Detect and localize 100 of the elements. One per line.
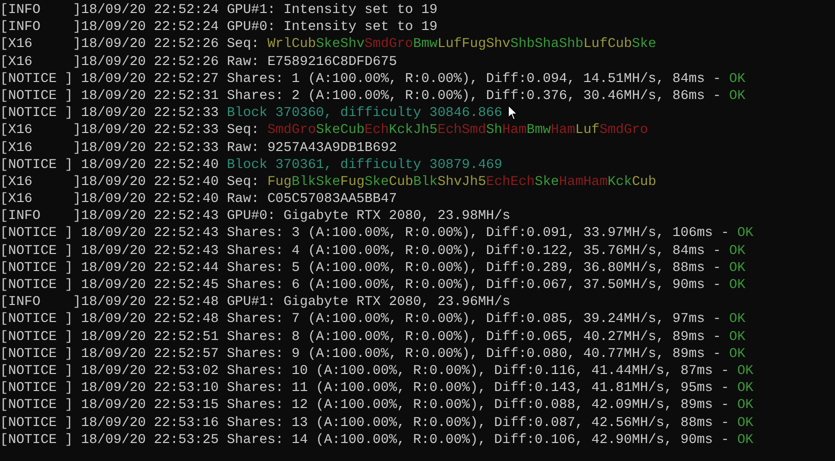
log-text: WrlCub	[267, 36, 316, 54]
log-text: SmdGro	[600, 122, 648, 140]
log-text: Shares: 9 (A:100.00%, R:0.00%), Diff:0.080, 40.77MH/s, 89ms -	[226, 346, 722, 363]
log-timestamp: 18/09/20 22:52:44	[81, 260, 220, 277]
log-text: OK	[729, 346, 746, 363]
log-level: [NOTICE ]	[0, 414, 74, 432]
log-text: Shares: 6 (A:100.00%, R:0.00%), Diff:0.067, 37.50MH/s, 90ms -	[226, 277, 722, 294]
log-level: [NOTICE ]	[0, 380, 74, 398]
log-text: HamHam	[559, 174, 608, 192]
log-level: [INFO ]	[0, 19, 81, 36]
log-level: [NOTICE ]	[0, 88, 74, 106]
log-text: GPU#0: Intensity set to 19	[226, 19, 438, 36]
log-level: [NOTICE ]	[0, 362, 74, 380]
mouse-pointer-icon	[508, 105, 518, 121]
log-text: Bmw	[413, 36, 438, 54]
log-timestamp: 18/09/20 22:52:51	[81, 328, 220, 346]
log-text: Fug	[340, 174, 365, 192]
log-text: Shares: 1 (A:100.00%, R:0.00%), Diff:0.094, 14.51MH/s, 84ms -	[226, 70, 722, 88]
log-text: OK	[729, 277, 746, 294]
log-text: Ske	[534, 174, 560, 192]
log-text: Shares: 11 (A:100.00%, R:0.00%), Diff:0.143, 41.81MH/s, 95ms -	[226, 380, 730, 398]
log-level: [INFO ]	[0, 294, 81, 312]
log-text: Raw: E7589216C8DFD675	[226, 54, 397, 71]
log-level: [NOTICE ]	[0, 346, 74, 363]
log-text: ShbShaShb	[510, 36, 584, 54]
log-text: Raw: 9257A43A9DB1B692	[226, 140, 397, 157]
log-text: OK	[729, 260, 746, 277]
log-timestamp: 18/09/20 22:52:27	[81, 70, 220, 88]
log-timestamp: 18/09/20 22:52:33	[81, 105, 220, 122]
log-text: EchEch	[486, 174, 535, 192]
log-level: [NOTICE ]	[0, 328, 74, 346]
log-text: Shares: 7 (A:100.00%, R:0.00%), Diff:0.085, 39.24MH/s, 97ms -	[226, 311, 722, 329]
log-timestamp: 18/09/20 22:52:40	[81, 156, 220, 174]
log-text: Bmw	[526, 122, 551, 140]
log-text: Ham	[550, 122, 576, 140]
log-text: ShvJh5	[438, 174, 486, 192]
log-timestamp: 18/09/20 22:52:57	[81, 346, 220, 363]
log-timestamp: 18/09/20 22:52:26	[81, 36, 220, 54]
log-timestamp: 18/09/20 22:52:26	[81, 54, 220, 71]
log-level: [NOTICE ]	[0, 260, 74, 277]
log-timestamp: 18/09/20 22:52:48	[81, 294, 220, 312]
log-timestamp: 18/09/20 22:53:16	[81, 414, 220, 432]
log-text: Blk	[413, 174, 438, 192]
log-text: Ech	[364, 122, 389, 140]
log-text: Cub	[632, 174, 656, 192]
log-timestamp: 18/09/20 22:52:33	[81, 122, 220, 140]
log-text: Fug	[267, 174, 292, 192]
log-text: Seq:	[226, 36, 260, 54]
log-timestamp: 18/09/20 22:52:31	[81, 88, 220, 106]
log-level: [X16 ]	[0, 191, 81, 208]
log-text: Kck	[608, 174, 632, 192]
log-text: Sh	[486, 122, 502, 140]
log-level: [NOTICE ]	[0, 277, 74, 294]
log-level: [INFO ]	[0, 2, 81, 20]
log-text: GPU#1: Intensity set to 19	[226, 2, 438, 20]
log-text: SmdGro	[364, 36, 414, 54]
log-text: OK	[737, 414, 754, 432]
log-level: [X16 ]	[0, 36, 81, 54]
log-text: OK	[737, 362, 754, 380]
log-level: [NOTICE ]	[0, 432, 74, 449]
log-level: [NOTICE ]	[0, 242, 74, 260]
log-timestamp: 18/09/20 22:52:45	[81, 277, 220, 294]
log-level: [X16 ]	[0, 174, 81, 192]
log-timestamp: 18/09/20 22:52:33	[81, 140, 220, 157]
log-text: GPU#0: Gigabyte RTX 2080, 23.98MH/s	[226, 208, 510, 226]
log-text: SkeShv	[316, 36, 365, 54]
log-timestamp: 18/09/20 22:52:24	[81, 19, 220, 36]
log-text: OK	[737, 380, 754, 398]
log-text: Shares: 3 (A:100.00%, R:0.00%), Diff:0.091, 33.97MH/s, 106ms -	[226, 225, 730, 243]
log-text: Shares: 2 (A:100.00%, R:0.00%), Diff:0.376, 30.46MH/s, 86ms -	[226, 88, 722, 106]
log-timestamp: 18/09/20 22:53:25	[81, 432, 220, 449]
log-timestamp: 18/09/20 22:53:15	[81, 397, 220, 414]
log-text: KckJh5	[388, 122, 438, 140]
log-text: OK	[737, 397, 754, 414]
log-text: Seq:	[226, 122, 260, 140]
log-text: BlkSke	[292, 174, 340, 192]
log-text: Cub	[388, 174, 414, 192]
log-timestamp: 18/09/20 22:52:48	[81, 311, 220, 329]
log-text: SmdGro	[267, 122, 316, 140]
log-text: Shares: 10 (A:100.00%, R:0.00%), Diff:0.116, 41.44MH/s, 87ms -	[226, 362, 730, 380]
log-text: OK	[737, 432, 754, 449]
log-level: [NOTICE ]	[0, 311, 74, 329]
log-level: [NOTICE ]	[0, 105, 74, 122]
log-timestamp: 18/09/20 22:52:24	[81, 2, 220, 20]
log-text: EchSmd	[437, 122, 486, 140]
log-text: OK	[729, 242, 746, 260]
log-text: Ham	[502, 122, 527, 140]
log-text: Ske	[632, 36, 656, 54]
log-text: OK	[729, 328, 746, 346]
log-text: Shares: 5 (A:100.00%, R:0.00%), Diff:0.289, 36.80MH/s, 88ms -	[226, 260, 722, 277]
log-level: [NOTICE ]	[0, 156, 74, 174]
log-level: [NOTICE ]	[0, 397, 74, 414]
log-text: Shares: 13 (A:100.00%, R:0.00%), Diff:0.087, 42.56MH/s, 88ms -	[226, 414, 730, 432]
log-text: LufCub	[583, 36, 632, 54]
log-text: OK	[729, 70, 746, 88]
log-level: [INFO ]	[0, 208, 81, 226]
log-text: Ske	[364, 174, 389, 192]
log-level: [X16 ]	[0, 54, 81, 71]
log-text: LufFugShv	[437, 36, 510, 54]
log-level: [X16 ]	[0, 122, 81, 140]
